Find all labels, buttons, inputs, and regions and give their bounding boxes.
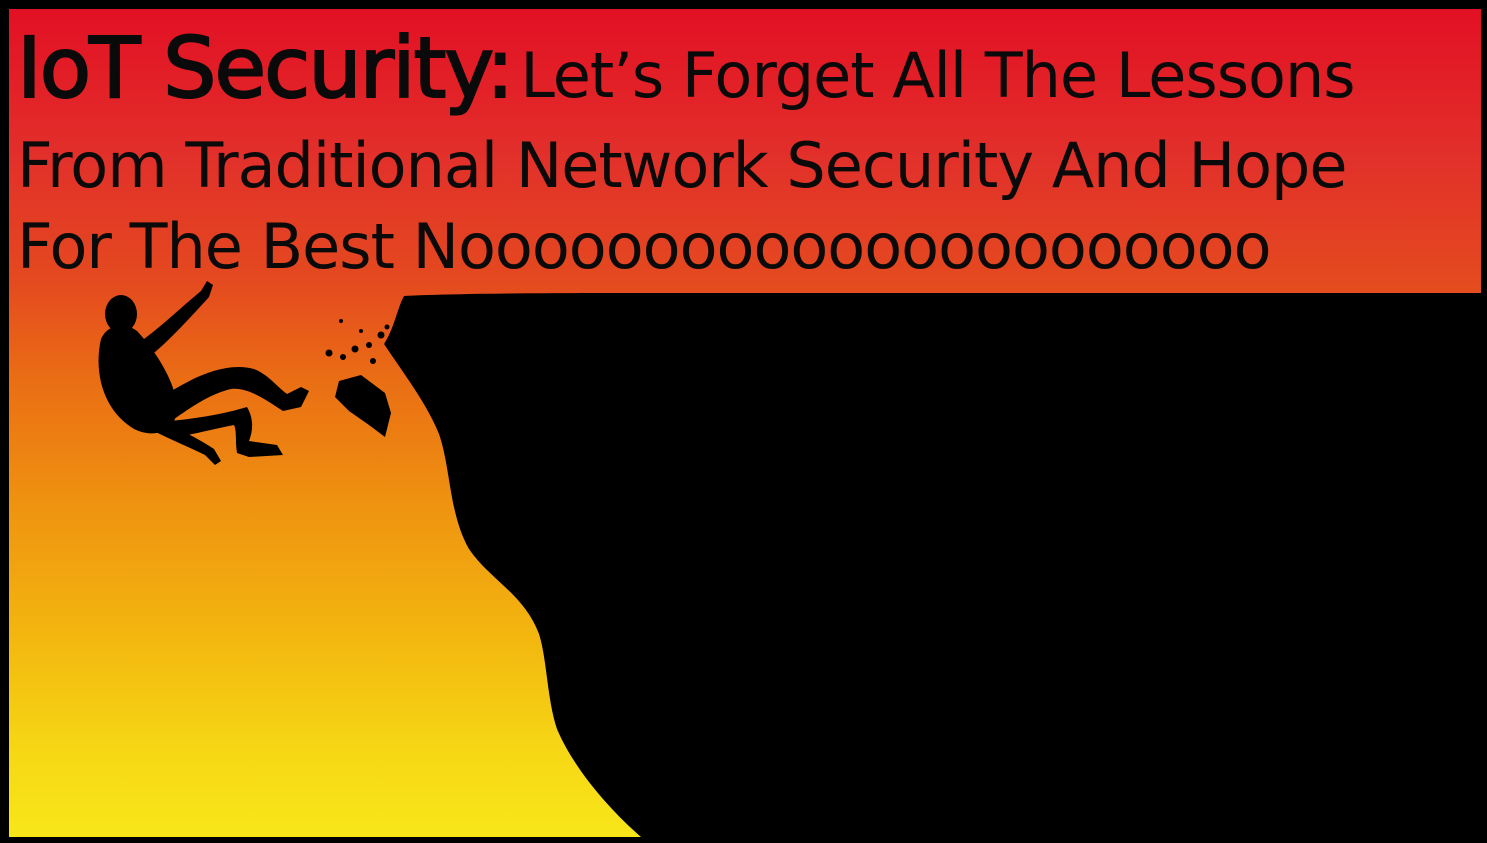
presentation-slide: IoT Security: Let’s Forget All The Lesson… [9, 9, 1481, 837]
falling-rock [335, 375, 391, 437]
title-line-1-text: Let’s Forget All The Lessons [520, 39, 1355, 112]
slide-title-line-1: IoT Security: Let’s Forget All The Lesson… [16, 18, 1356, 118]
title-line-2-text: From Traditional Network Security And Ho… [17, 129, 1348, 202]
slide-title-line-2: From Traditional Network Security And Ho… [17, 129, 1348, 202]
video-frame: IoT Security: Let’s Forget All The Lesson… [0, 0, 1487, 843]
slide-title-line-3: For The Best Noooooooooooooooooooooo [17, 210, 1271, 283]
falling-person-icon [98, 281, 309, 465]
title-bold: IoT Security: [16, 18, 515, 118]
title-line-3-text: For The Best Noooooooooooooooooooooo [17, 210, 1271, 283]
cliff-silhouette [384, 293, 1481, 837]
rock-debris [325, 319, 390, 364]
